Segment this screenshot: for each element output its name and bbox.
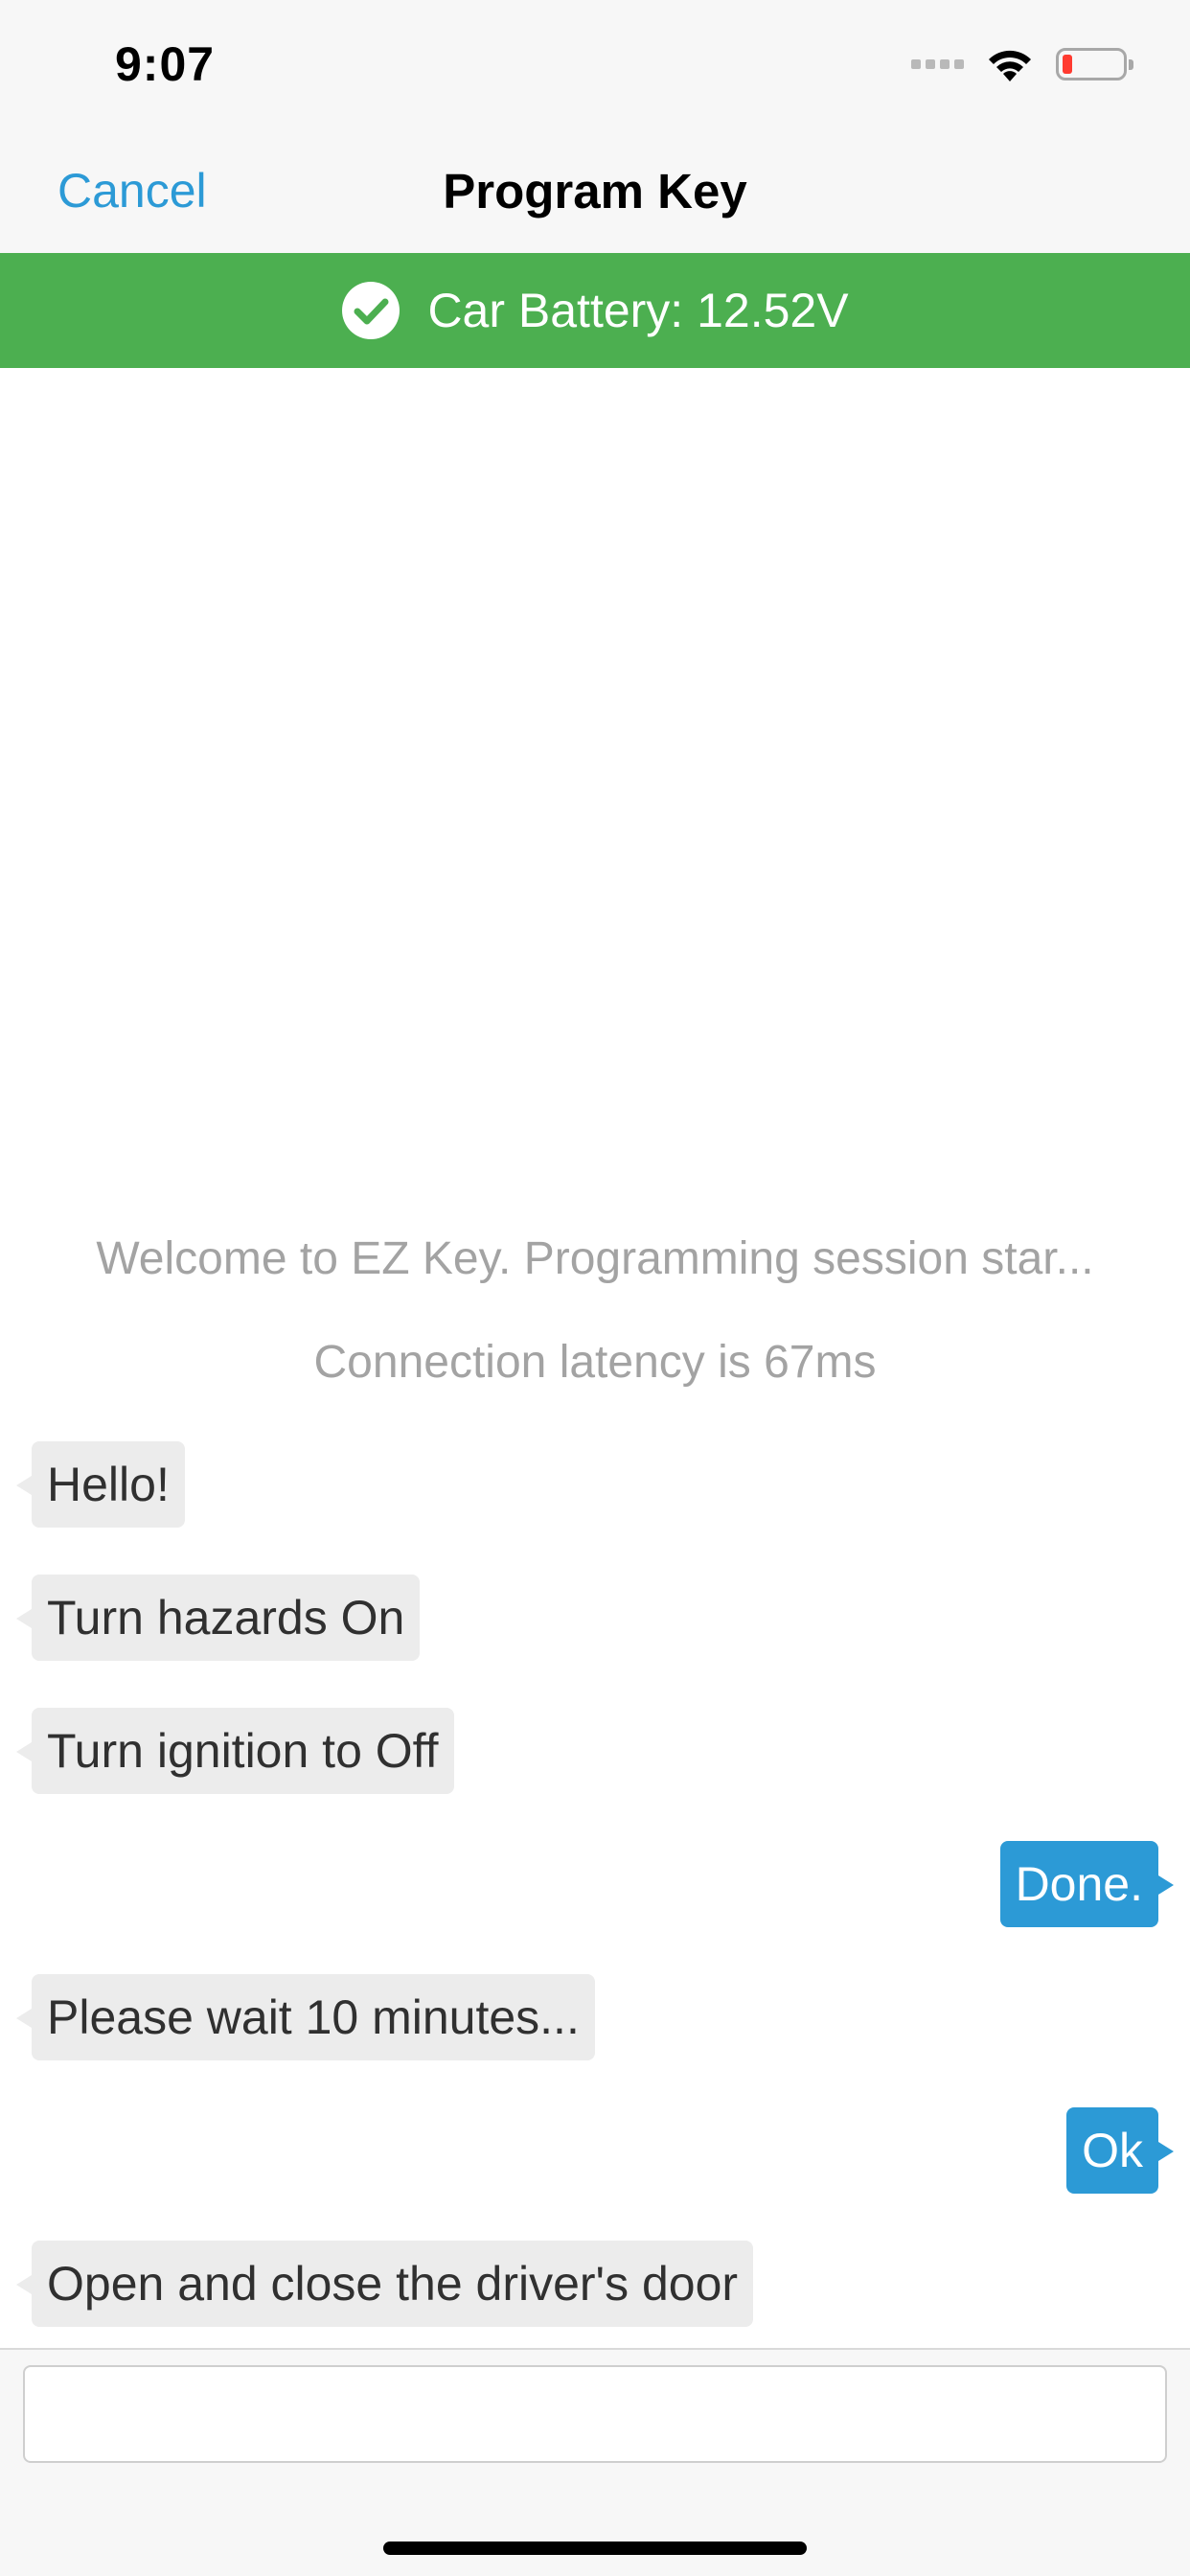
outgoing-message-bubble: Ok xyxy=(1066,2107,1174,2194)
wifi-icon xyxy=(989,50,1031,81)
incoming-message-bubble: Open and close the driver's door xyxy=(15,2241,754,2327)
battery-low-icon xyxy=(1056,48,1133,80)
message-input[interactable] xyxy=(23,2365,1167,2463)
input-bar xyxy=(0,2348,1190,2576)
battery-status-banner: Car Battery: 12.52V xyxy=(0,253,1190,368)
battery-status-text: Car Battery: 12.52V xyxy=(427,284,849,337)
home-indicator[interactable] xyxy=(383,2542,807,2555)
status-icons xyxy=(911,42,1133,86)
incoming-message-bubble: Turn ignition to Off xyxy=(16,1708,454,1794)
page-title: Program Key xyxy=(443,164,747,218)
outgoing-message-bubble: Done. xyxy=(999,1841,1175,1927)
nav-bar: Cancel Program Key xyxy=(0,126,1190,253)
incoming-message-bubble: Turn hazards On xyxy=(15,1575,421,1661)
signal-dots-icon xyxy=(911,59,964,69)
incoming-message-bubble: Hello! xyxy=(16,1441,185,1528)
check-circle-icon xyxy=(342,282,400,339)
incoming-message-bubble: Please wait 10 minutes... xyxy=(16,1974,595,2060)
system-message: Connection latency is 67ms xyxy=(313,1337,877,1388)
status-time: 9:07 xyxy=(115,37,216,91)
status-bar: 9:07 xyxy=(0,0,1190,126)
system-message: Welcome to EZ Key. Programming session s… xyxy=(96,1233,1094,1284)
chat-log[interactable]: Welcome to EZ Key. Programming session s… xyxy=(0,368,1190,2348)
